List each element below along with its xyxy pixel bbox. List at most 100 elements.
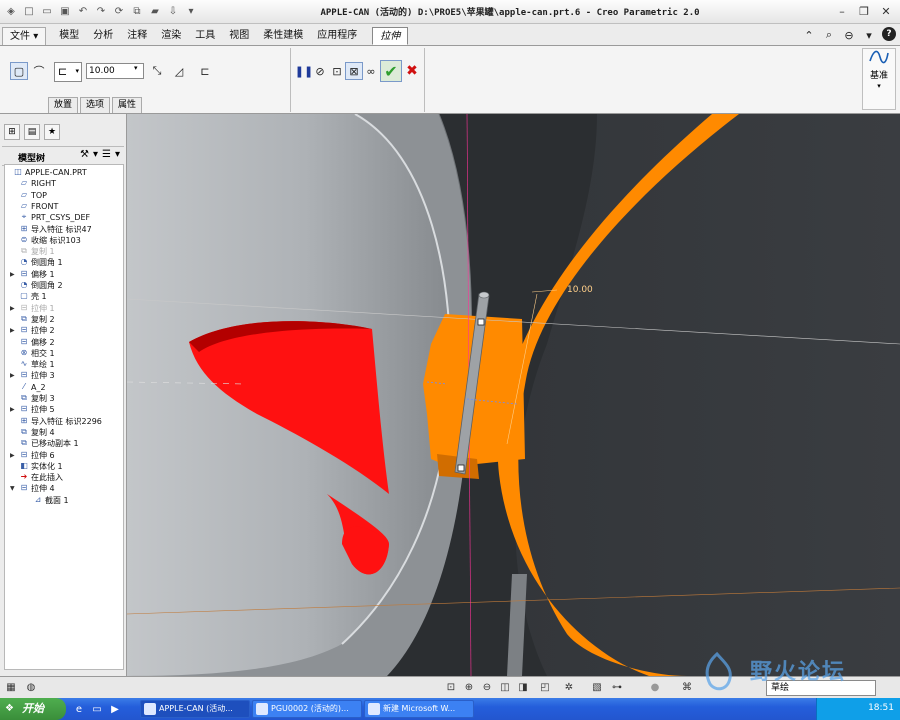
folder-browser-tab-icon[interactable]: ▤ [24,124,40,140]
depth-dimension-label[interactable]: 10.00 [567,285,593,295]
expand-arrow-icon[interactable]: ▶ [10,303,18,314]
datum-display-icon[interactable]: ✲ [562,680,576,694]
tab-view[interactable]: 视图 [222,27,256,45]
tree-item[interactable]: ➔ 在此插入 [5,472,123,483]
tree-item[interactable]: ▶ ⊟ 拉伸 1 [5,303,123,314]
tree-item[interactable]: ◫ APPLE-CAN.PRT [5,167,123,178]
spin-center-icon[interactable]: ⊶ [610,680,624,694]
tree-item[interactable]: ⊗ 相交 1 [5,348,123,359]
navigator-toggle-icon[interactable]: ▦ [4,680,18,694]
tree-item[interactable]: ▱ RIGHT [5,178,123,189]
tree-item[interactable]: ⌖ PRT_CSYS_DEF [5,212,123,223]
annotation-display-icon[interactable]: ▧ [590,680,604,694]
model-graphics[interactable]: 10.00 [127,114,900,676]
app-icon[interactable]: ◈ [4,3,18,19]
confirm-checkmark-icon[interactable]: ✔ [380,60,402,82]
thicken-sketch-button[interactable]: ⊏ [196,62,214,80]
help-icon[interactable]: ? [882,27,896,41]
tab-model[interactable]: 模型 [52,27,86,45]
expand-arrow-icon[interactable]: ▶ [10,450,18,461]
tree-item[interactable]: ⊞ 导入特征 标识2296 [5,416,123,427]
tree-item[interactable]: ▶ ⊟ 拉伸 5 [5,404,123,415]
folder-icon[interactable]: ▰ [148,3,162,19]
tree-item[interactable]: ◧ 实体化 1 [5,461,123,472]
tree-item[interactable]: ∿ 草绘 1 [5,359,123,370]
import-icon[interactable]: ⇩ [166,3,180,19]
tab-placement[interactable]: 放置 [48,97,79,113]
show-desktop-icon[interactable]: ▭ [90,702,104,716]
maximize-button[interactable]: ❐ [854,2,874,20]
minimize-button[interactable]: – [832,2,852,20]
expand-arrow-icon[interactable]: ▶ [10,404,18,415]
new-file-icon[interactable]: □ [22,3,36,19]
redo-icon[interactable]: ↷ [94,3,108,19]
zoom-to-fit-icon[interactable]: ⊡ [444,680,458,694]
tab-analysis[interactable]: 分析 [86,27,120,45]
internet-explorer-icon[interactable]: e [72,702,86,716]
chevron-down-icon[interactable]: ▾ [862,27,876,43]
expand-arrow-icon[interactable]: ▶ [10,325,18,336]
chevron-down-icon[interactable]: ▾ [134,64,138,72]
zoom-out-icon[interactable]: ⊖ [480,680,494,694]
tree-item[interactable]: ⊟ 偏移 2 [5,337,123,348]
tree-item[interactable]: ▶ ⊟ 拉伸 6 [5,450,123,461]
tab-annotate[interactable]: 注释 [120,27,154,45]
tree-item[interactable]: ◔ 倒圆角 2 [5,280,123,291]
tab-tools[interactable]: 工具 [188,27,222,45]
zoom-in-icon[interactable]: ⊕ [462,680,476,694]
start-button[interactable]: ❖ 开始 [0,698,66,720]
tree-item[interactable]: ⧉ 复制 4 [5,427,123,438]
graphics-viewport[interactable]: 10.00 [127,114,900,676]
windows-icon[interactable]: ⧉ [130,3,144,19]
tab-properties[interactable]: 属性 [112,97,143,113]
tree-item[interactable]: ⊞ 导入特征 标识47 [5,224,123,235]
tab-extrude[interactable]: 拉伸 [372,27,409,45]
drag-handle[interactable] [477,318,485,326]
tree-item[interactable]: ⧉ 复制 1 [5,246,123,257]
chevron-down-icon[interactable]: ▾ [115,149,120,160]
tree-item[interactable]: ▼ ⊟ 拉伸 4 [5,483,123,494]
open-file-icon[interactable]: ▭ [40,3,54,19]
tree-item[interactable]: ⁄ A_2 [5,382,123,393]
saved-views-icon[interactable]: ◰ [538,680,552,694]
no-preview-icon[interactable]: ⊘ [311,62,329,80]
expand-arrow-icon[interactable]: ▶ [10,370,18,381]
model-tree-tab-icon[interactable]: ⊞ [4,124,20,140]
remove-material-button[interactable]: ◿ [170,62,188,80]
taskbar-item-pgu0002[interactable]: PGU0002 (活动的)... [252,700,362,718]
tab-flexible-modeling[interactable]: 柔性建模 [256,27,310,45]
favorites-tab-icon[interactable]: ★ [44,124,60,140]
customize-qat-icon[interactable]: ▾ [184,3,198,19]
tab-options[interactable]: 选项 [80,97,111,113]
tree-item[interactable]: ▱ TOP [5,190,123,201]
community-icon[interactable]: ⊖ [842,27,856,43]
tree-settings-icon[interactable]: ⚒ [80,149,89,160]
tree-columns-icon[interactable]: ☰ [102,149,111,160]
tree-item[interactable]: ⊜ 收缩 标识103 [5,235,123,246]
close-button[interactable]: ✕ [876,2,896,20]
tree-item[interactable]: ▶ ⊟ 拉伸 2 [5,325,123,336]
undo-icon[interactable]: ↶ [76,3,90,19]
tab-file[interactable]: 文件 ▾ [2,27,47,45]
tree-item[interactable]: ▶ ⊟ 偏移 1 [5,269,123,280]
tree-item[interactable]: ⧉ 已移动副本 1 [5,438,123,449]
cancel-x-icon[interactable]: ✖ [403,62,421,80]
tree-item[interactable]: ⊿ 截面 1 [5,495,123,506]
tab-applications[interactable]: 应用程序 [310,27,364,45]
verify-preview-icon[interactable]: ⊠ [345,62,363,80]
tree-item[interactable]: ⧉ 复制 3 [5,393,123,404]
datum-button[interactable]: 基准 ▾ [862,48,896,110]
tree-item[interactable]: ▱ FRONT [5,201,123,212]
ribbon-minimize-icon[interactable]: ⌃ [802,27,816,43]
tree-item[interactable]: ▢ 壳 1 [5,291,123,302]
attached-preview-icon[interactable]: ⊡ [328,62,346,80]
tree-item[interactable]: ◔ 倒圆角 1 [5,257,123,268]
collapse-arrow-icon[interactable]: ▼ [10,483,18,494]
tree-item[interactable]: ▶ ⊟ 拉伸 3 [5,370,123,381]
taskbar-item-word[interactable]: 新建 Microsoft W... [364,700,474,718]
browser-toggle-icon[interactable]: ◍ [24,680,38,694]
media-player-icon[interactable]: ▶ [108,702,122,716]
flip-direction-button[interactable]: ⤡ [148,62,166,80]
surface-extrude-button[interactable]: ⌒ [30,62,48,80]
tab-render[interactable]: 渲染 [154,27,188,45]
